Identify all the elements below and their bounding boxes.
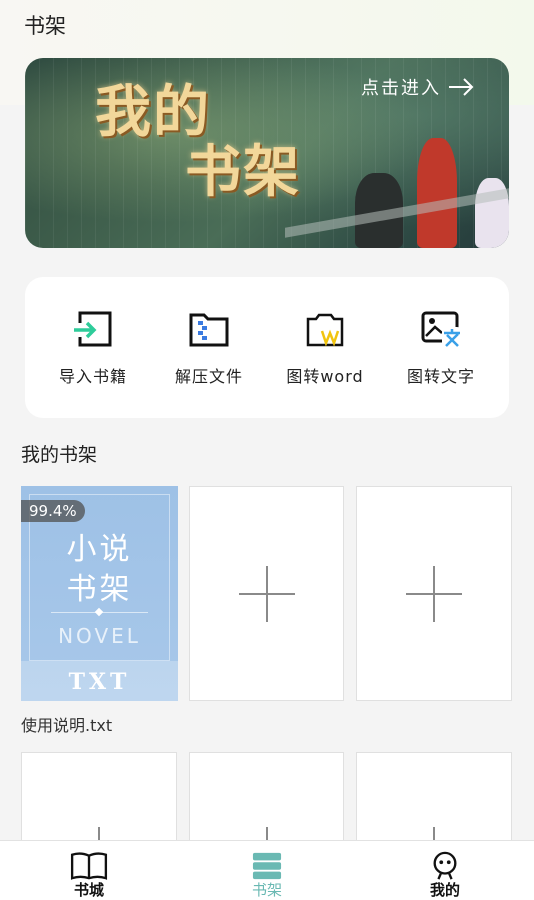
tool-image-to-text-label: 图转文字 — [406, 366, 475, 386]
tool-import-books-label: 导入书籍 — [58, 366, 127, 386]
profile-icon — [433, 851, 457, 880]
nav-item-bookstore[interactable]: 书城 — [0, 841, 178, 900]
book-filename[interactable]: 使用说明.txt — [21, 712, 112, 736]
banner-enter-link[interactable]: 点击进入 — [361, 74, 475, 100]
plus-icon — [406, 565, 462, 622]
unzip-folder-icon — [189, 313, 229, 346]
tool-image-to-word[interactable]: 图转word — [270, 309, 380, 387]
nav-item-profile-label: 我的 — [429, 881, 460, 899]
bottom-nav: 书城 书架 我的 — [0, 840, 534, 900]
banner-figure-red — [417, 138, 457, 248]
plus-icon-partial — [98, 827, 100, 841]
add-book-slot[interactable] — [356, 486, 512, 701]
banner-title-line1: 我的 — [95, 79, 211, 145]
image-to-text-icon — [421, 311, 461, 347]
book-cover-title-line1: 小说 — [66, 532, 133, 567]
nav-item-bookshelf-label: 书架 — [251, 881, 282, 899]
tools-card: 导入书籍 解压文件 图转word 图转文字 — [25, 277, 509, 418]
book-cover-title: 小说 书架 — [21, 530, 178, 610]
book-cover[interactable]: 99.4% 小说 书架 NOVEL TXT — [21, 486, 178, 701]
reading-progress-badge: 99.4% — [21, 500, 85, 522]
book-open-icon — [70, 852, 108, 880]
tool-unzip-file[interactable]: 解压文件 — [154, 309, 264, 387]
bookshelf-icon — [252, 852, 282, 880]
banner-title: 我的 书架 — [95, 80, 301, 204]
arrow-right-icon — [449, 78, 474, 96]
banner-enter-label: 点击进入 — [361, 78, 441, 99]
tool-unzip-file-label: 解压文件 — [174, 366, 243, 386]
plus-icon-partial — [433, 827, 435, 841]
page-title: 书架 — [24, 14, 66, 38]
book-cover-type: TXT — [68, 669, 131, 695]
banner-title-line2: 书架 — [185, 139, 301, 205]
nav-item-bookstore-label: 书城 — [73, 881, 104, 899]
book-cover-subtitle: NOVEL — [58, 624, 141, 648]
plus-icon — [238, 565, 295, 622]
nav-item-bookshelf[interactable]: 书架 — [178, 841, 356, 900]
book-cover-title-line2: 书架 — [66, 572, 133, 607]
add-book-slot[interactable] — [189, 486, 344, 701]
bookshelf-banner[interactable]: 我的 书架 点击进入 — [25, 58, 509, 248]
tool-image-to-word-label: 图转word — [286, 366, 364, 386]
tool-image-to-text[interactable]: 图转文字 — [386, 309, 496, 387]
image-to-word-icon — [306, 313, 344, 347]
import-icon — [74, 311, 112, 346]
tool-import-books[interactable]: 导入书籍 — [38, 309, 148, 387]
my-shelf-title: 我的书架 — [21, 444, 98, 466]
nav-item-profile[interactable]: 我的 — [356, 841, 534, 900]
plus-icon-partial — [265, 827, 268, 841]
